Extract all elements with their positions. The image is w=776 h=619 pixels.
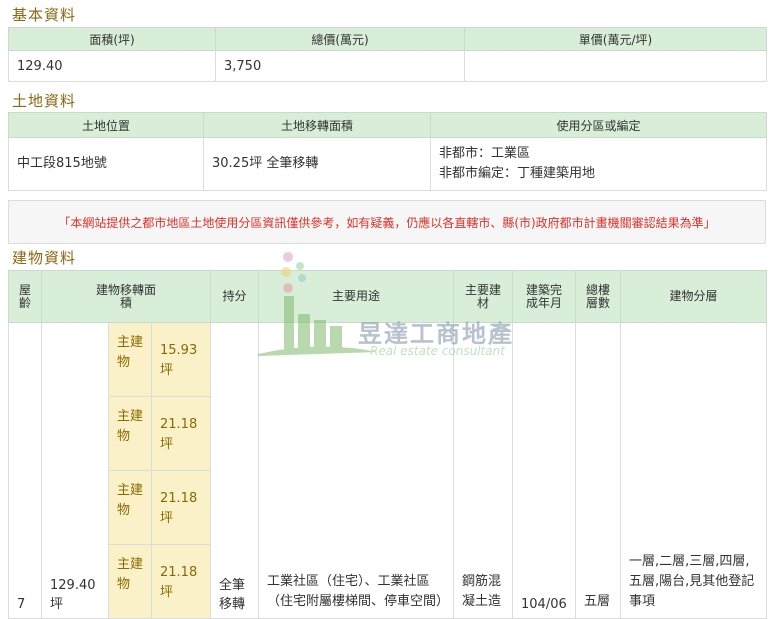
header-area: 面積(坪)	[8, 27, 216, 51]
header-main-use: 主要用途	[258, 270, 454, 323]
land-transfer-area: 30.25坪 全筆移轉	[203, 137, 431, 191]
header-completed: 建築完成年月	[512, 270, 576, 323]
header-share: 持分	[210, 270, 259, 323]
sub-row-label: 主建物	[108, 396, 152, 471]
sub-row-value: 21.18坪	[151, 544, 211, 619]
sub-row-value: 15.93坪	[151, 322, 211, 397]
header-age: 屋齡	[8, 270, 42, 323]
header-building-area: 建物移轉面積	[41, 270, 211, 323]
zoning-line-2: 非都市編定：丁種建築用地	[439, 166, 596, 181]
header-floors: 總樓層數	[575, 270, 621, 323]
sub-row-label: 主建物	[108, 322, 152, 397]
building-main-use: 工業社區（住宅）、工業社區（住宅附屬樓梯間、停車空間）	[258, 322, 454, 619]
table-row: 7 129.40坪 主建物 15.93坪 全筆移轉 工業社區（住宅）、工業社區（…	[8, 322, 767, 619]
sub-row-value: 21.18坪	[151, 396, 211, 471]
header-material: 主要建材	[453, 270, 513, 323]
building-table: 屋齡 建物移轉面積 持分 主要用途 主要建材 建築完成年月 總樓層數 建物分層 …	[8, 270, 767, 619]
value-unit-price	[464, 50, 767, 82]
building-floors: 五層	[575, 322, 621, 619]
header-land-area: 土地移轉面積	[203, 112, 431, 138]
building-levels: 一層,二層,三層,四層,五層,陽台,見其他登記事項	[620, 322, 767, 619]
sub-row-label: 主建物	[108, 470, 152, 545]
building-section-title: 建物資料	[12, 249, 77, 267]
building-age: 7	[8, 322, 42, 619]
value-area: 129.40	[8, 50, 216, 82]
land-location: 中工段815地號	[8, 137, 204, 191]
header-levels: 建物分層	[620, 270, 767, 323]
basic-table: 面積(坪) 總價(萬元) 單價(萬元/坪) 129.40 3,750	[8, 27, 767, 82]
value-total-price: 3,750	[215, 50, 465, 82]
building-share: 全筆移轉	[210, 322, 259, 619]
land-table: 土地位置 土地移轉面積 使用分區或編定 中工段815地號 30.25坪 全筆移轉…	[8, 112, 767, 191]
zoning-notice: 「本網站提供之都市地區土地使用分區資訊僅供參考，如有疑義，仍應以各直轄市、縣(市…	[8, 200, 766, 244]
header-unit-price: 單價(萬元/坪)	[464, 27, 767, 51]
land-section-title: 土地資料	[12, 92, 77, 110]
header-total-price: 總價(萬元)	[215, 27, 465, 51]
header-land-location: 土地位置	[8, 112, 204, 138]
sub-row-label: 主建物	[108, 544, 152, 619]
zoning-line-1: 非都市：工業區	[439, 146, 531, 161]
sub-row-value: 21.18坪	[151, 470, 211, 545]
header-zoning: 使用分區或編定	[430, 112, 767, 138]
building-completed: 104/06	[512, 322, 576, 619]
building-transfer-area: 129.40坪	[41, 322, 109, 619]
basic-section-title: 基本資料	[12, 6, 77, 24]
building-material: 鋼筋混凝土造	[453, 322, 513, 619]
land-zoning: 非都市：工業區 非都市編定：丁種建築用地	[430, 137, 767, 191]
